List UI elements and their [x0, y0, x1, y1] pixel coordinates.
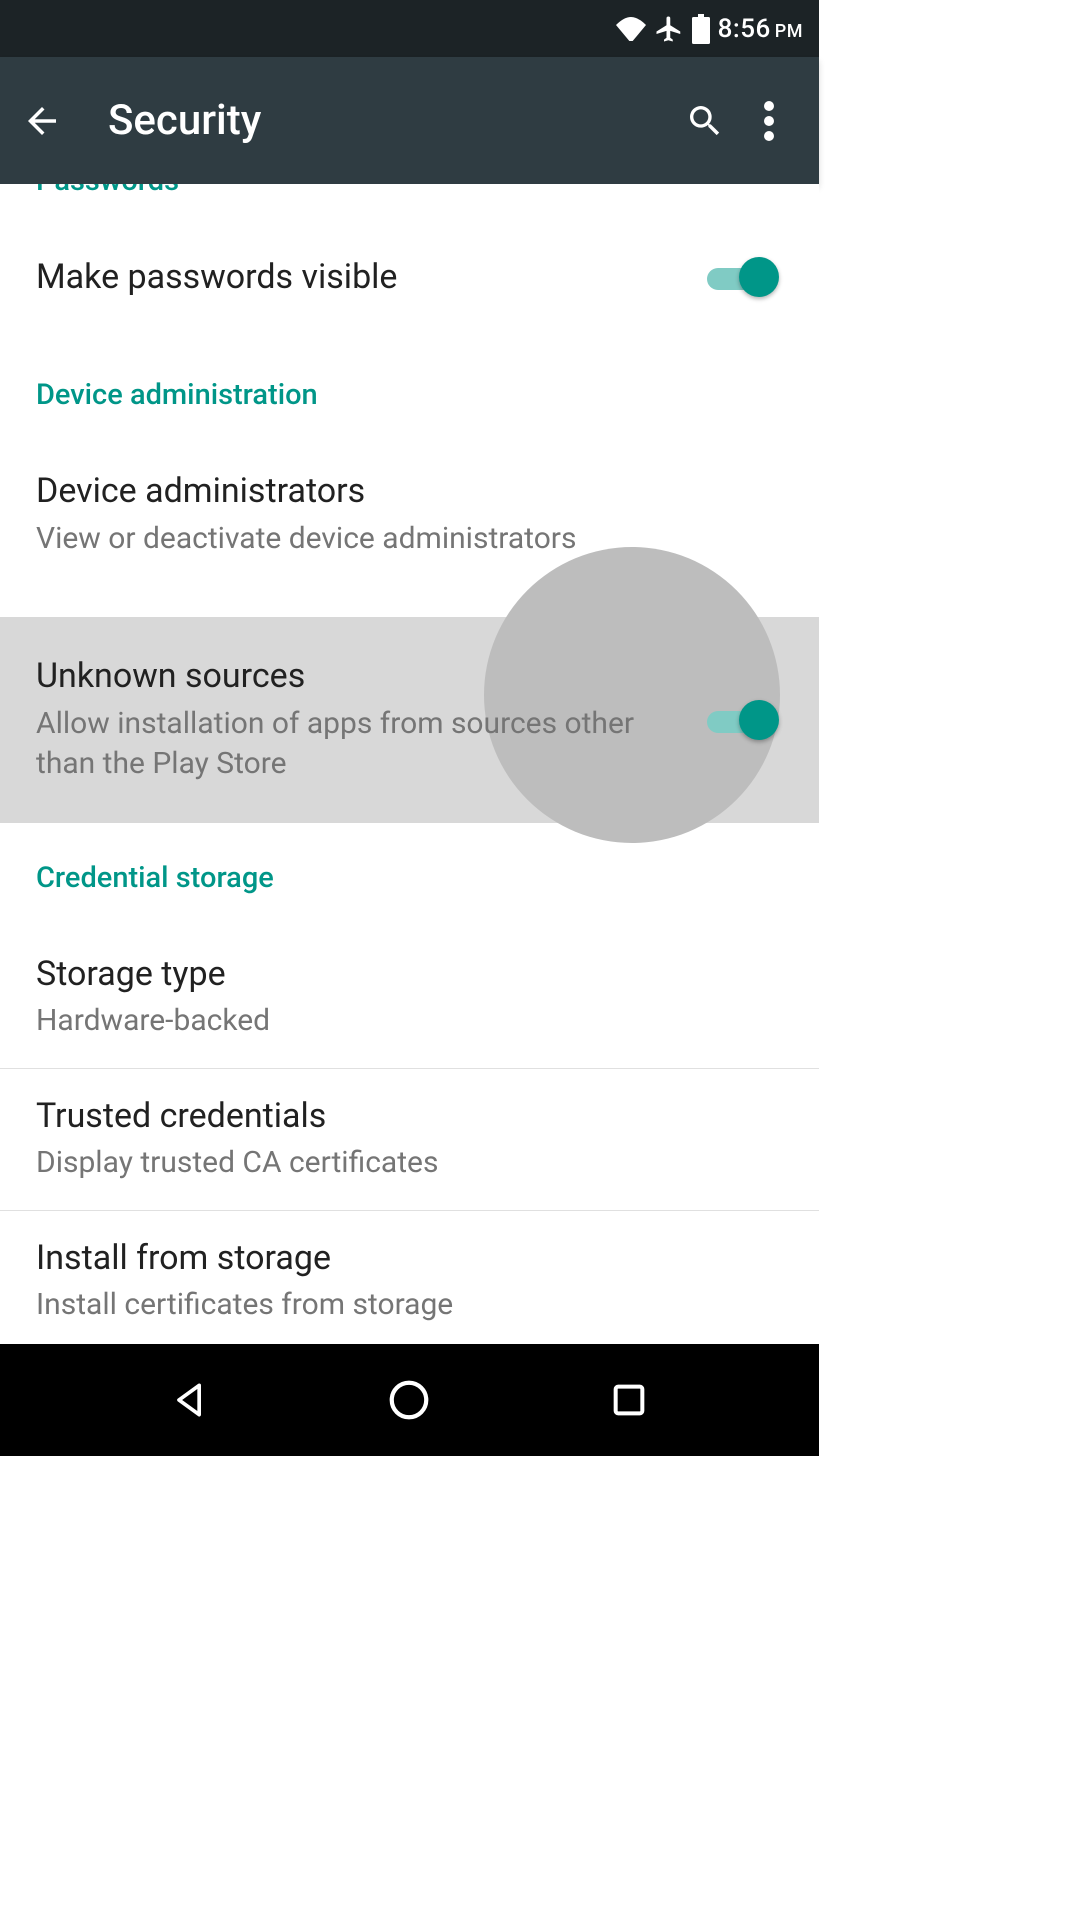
category-credential-storage: Credential storage [0, 863, 819, 895]
settings-list[interactable]: Passwords Make passwords visible Device … [0, 184, 819, 1344]
pref-title: Trusted credentials [36, 1095, 783, 1138]
page-title: Security [108, 96, 673, 145]
pref-device-administrators[interactable]: Device administrators View or deactivate… [0, 444, 819, 585]
pref-unknown-sources[interactable]: Unknown sources Allow installation of ap… [0, 617, 819, 823]
status-time: 8:56 [718, 14, 771, 44]
status-bar: 8:56 PM [0, 0, 819, 57]
pref-install-from-storage[interactable]: Install from storage Install certificate… [0, 1211, 819, 1344]
back-button[interactable] [18, 97, 66, 145]
pref-title: Unknown sources [36, 655, 783, 698]
wifi-icon [616, 17, 646, 41]
pref-summary: Hardware-backed [36, 1001, 783, 1042]
switch-unknown-sources[interactable] [707, 700, 779, 740]
category-device-administration: Device administration [0, 380, 819, 412]
overflow-menu-button[interactable] [737, 89, 801, 153]
pref-summary: View or deactivate device administrators [36, 519, 783, 560]
pref-title: Device administrators [36, 470, 783, 513]
nav-recents-button[interactable] [594, 1365, 664, 1435]
pref-title: Install from storage [36, 1237, 783, 1280]
battery-icon [692, 14, 710, 44]
pref-title: Make passwords visible [36, 256, 783, 299]
nav-home-button[interactable] [374, 1365, 444, 1435]
pref-summary: Install certificates from storage [36, 1285, 783, 1326]
more-vert-icon [764, 101, 774, 141]
pref-make-passwords-visible[interactable]: Make passwords visible [0, 230, 819, 325]
switch-make-passwords-visible[interactable] [707, 257, 779, 297]
status-clock: 8:56 PM [718, 14, 803, 44]
nav-recents-icon [609, 1380, 649, 1420]
pref-title: Storage type [36, 953, 783, 996]
airplane-mode-icon [654, 14, 684, 44]
app-bar: Security [0, 57, 819, 184]
arrow-back-icon [21, 100, 63, 142]
search-icon [685, 101, 725, 141]
category-passwords: Passwords [0, 184, 819, 198]
navigation-bar [0, 1344, 819, 1456]
pref-summary: Allow installation of apps from sources … [36, 704, 783, 785]
pref-storage-type[interactable]: Storage type Hardware-backed [0, 927, 819, 1068]
search-button[interactable] [673, 89, 737, 153]
nav-home-icon [386, 1377, 432, 1423]
nav-back-icon [168, 1378, 212, 1422]
status-ampm: PM [775, 21, 803, 42]
pref-summary: Display trusted CA certificates [36, 1143, 783, 1184]
nav-back-button[interactable] [155, 1365, 225, 1435]
pref-trusted-credentials[interactable]: Trusted credentials Display trusted CA c… [0, 1069, 819, 1210]
